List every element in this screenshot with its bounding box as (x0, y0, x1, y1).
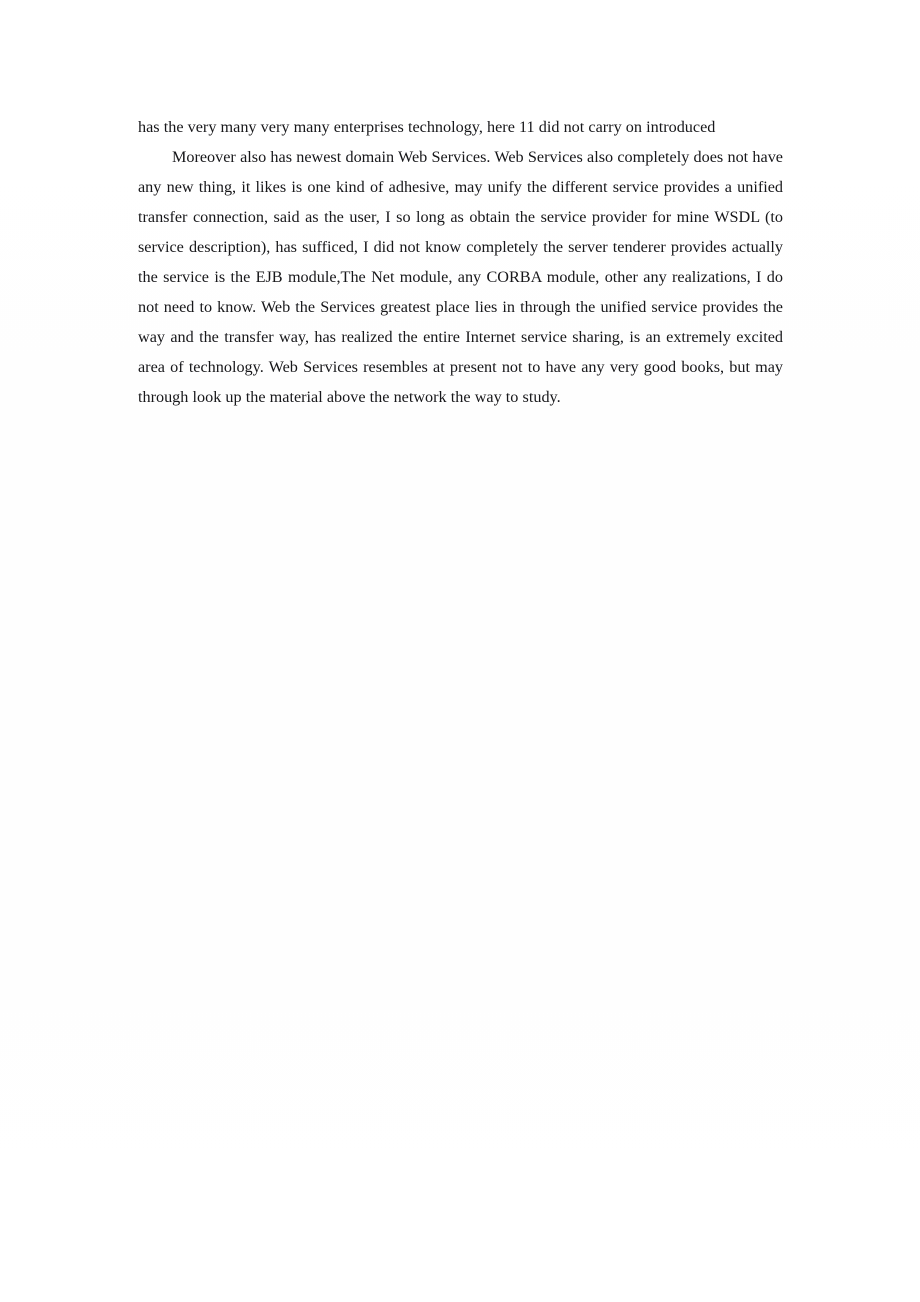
paragraph-continued: has the very many very many enterprises … (138, 118, 716, 136)
paragraph-web-services: Moreover also has newest domain Web Serv… (138, 148, 783, 406)
page-text-body: has the very many very many enterprises … (138, 112, 783, 412)
document-page: has the very many very many enterprises … (0, 0, 920, 1302)
